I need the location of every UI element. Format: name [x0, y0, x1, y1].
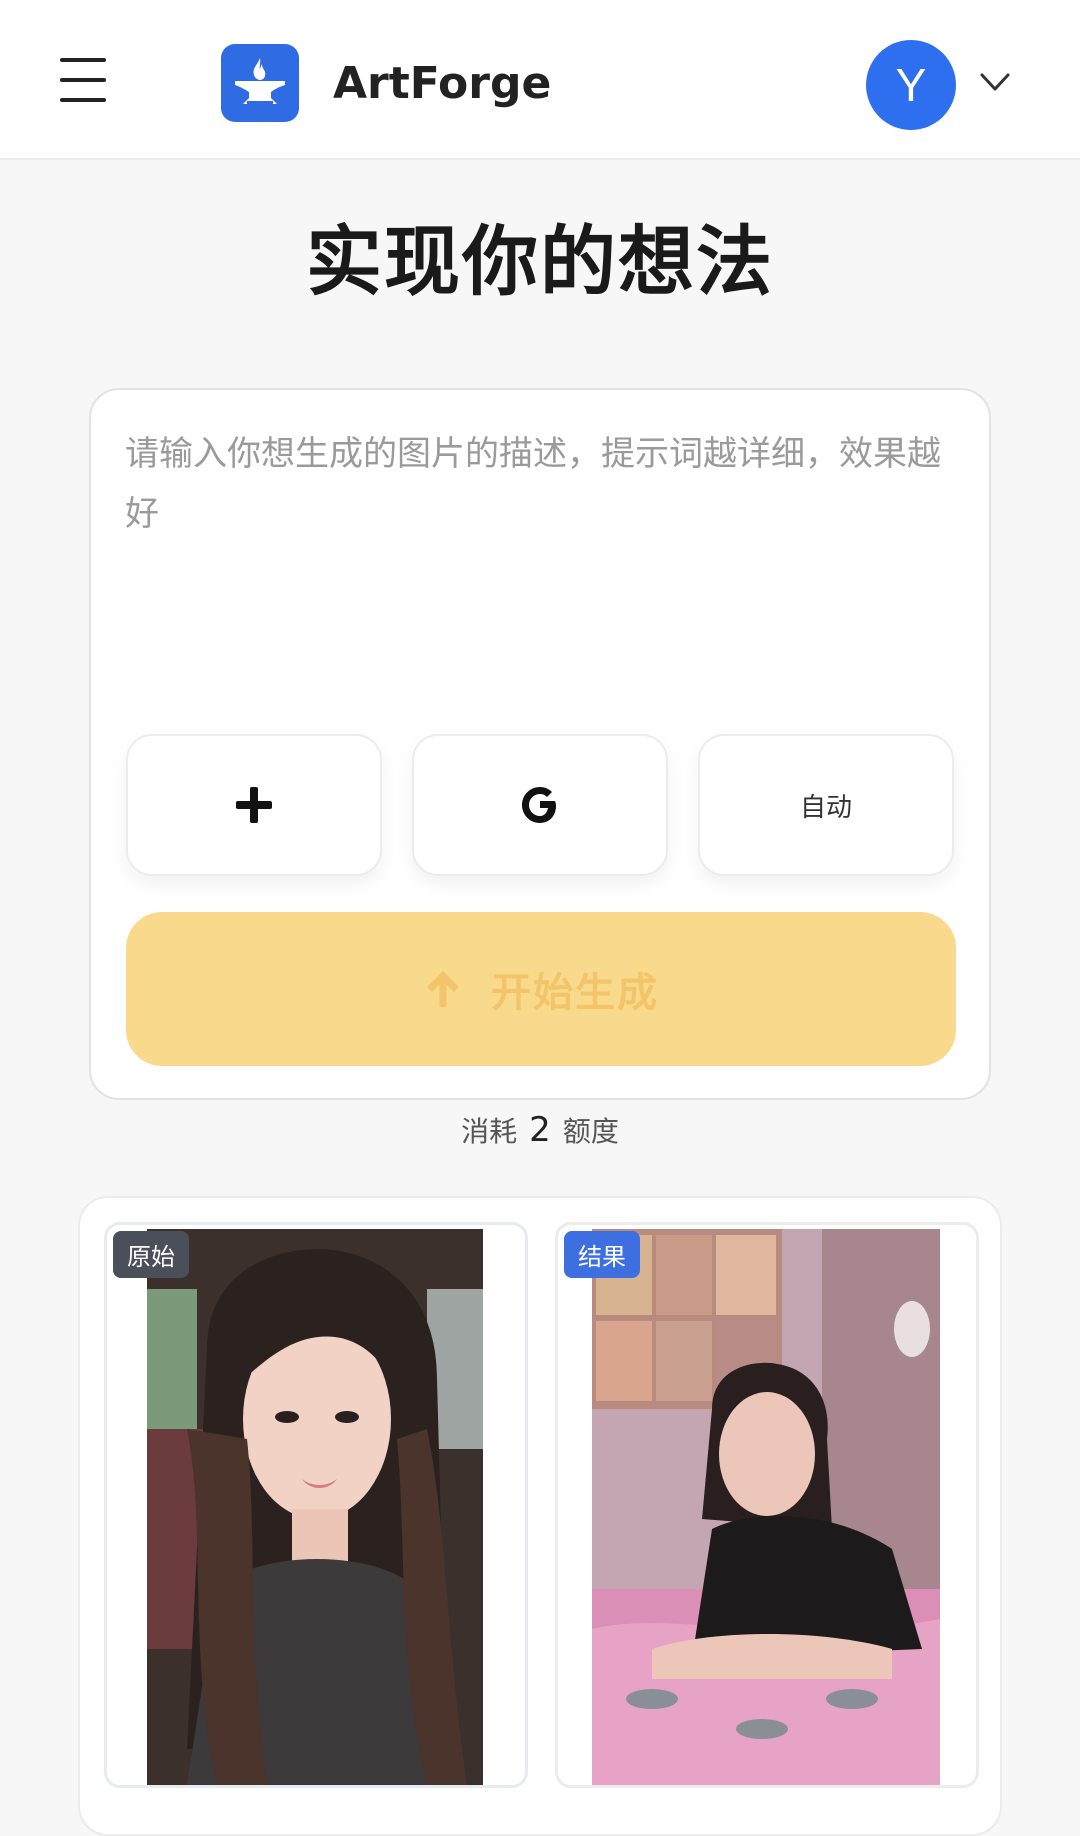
- google-icon: [522, 787, 556, 823]
- cost-prefix: 消耗: [461, 1115, 518, 1148]
- top-bar: ArtForge Y: [0, 0, 1080, 160]
- generate-label: 开始生成: [491, 970, 659, 1016]
- result-photo: [592, 1229, 940, 1785]
- brand-name: ArtForge: [333, 58, 552, 109]
- add-image-button[interactable]: [126, 734, 382, 876]
- result-badge: 结果: [564, 1231, 640, 1278]
- original-image-frame[interactable]: 原始: [104, 1222, 528, 1788]
- prompt-card: 自动 开始生成: [89, 388, 991, 1100]
- cost-amount: 2: [529, 1110, 551, 1150]
- hamburger-menu-icon[interactable]: [60, 58, 110, 102]
- auto-mode-button[interactable]: 自动: [698, 734, 954, 876]
- user-avatar[interactable]: Y: [866, 40, 956, 130]
- example-showcase: 原始 结果: [78, 1196, 1002, 1836]
- auto-mode-label: 自动: [799, 792, 852, 823]
- arrow-up-icon: [427, 971, 459, 1007]
- cost-info: 消耗 2 额度: [0, 1110, 1080, 1150]
- page-title: 实现你的想法: [306, 217, 774, 306]
- prompt-input[interactable]: [125, 424, 959, 664]
- cost-suffix: 额度: [562, 1115, 619, 1148]
- original-photo: [147, 1229, 483, 1785]
- original-badge: 原始: [113, 1231, 189, 1278]
- chevron-down-icon[interactable]: [978, 70, 1012, 94]
- google-button[interactable]: [412, 734, 668, 876]
- generate-button[interactable]: 开始生成: [126, 912, 956, 1066]
- plus-icon: [236, 787, 272, 823]
- anvil-flame-icon[interactable]: [221, 44, 299, 122]
- result-image-frame[interactable]: 结果: [555, 1222, 979, 1788]
